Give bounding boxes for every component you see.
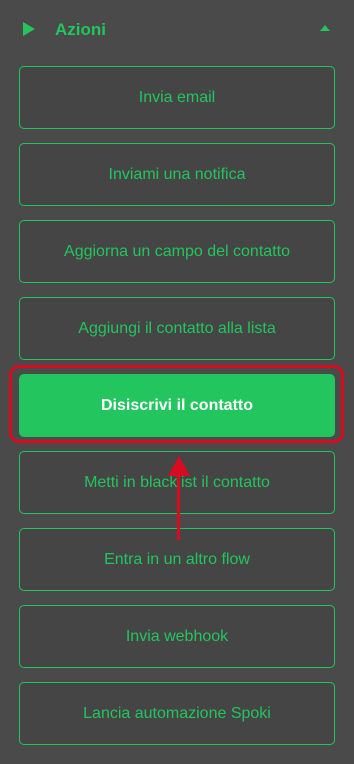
highlight-box [9, 365, 344, 443]
actions-panel: Azioni Invia email Inviami una notifica … [0, 0, 354, 764]
play-icon [23, 22, 35, 36]
annotation-arrow-shaft [177, 470, 180, 540]
section-title: Azioni [55, 20, 106, 39]
annotation-arrow-head [168, 456, 190, 476]
action-aggiungi-lista[interactable]: Aggiungi il contatto alla lista [19, 297, 335, 360]
section-header[interactable]: Azioni [0, 0, 354, 60]
action-automazione-spoki[interactable]: Lancia automazione Spoki [19, 682, 335, 745]
chevron-up-icon[interactable] [320, 25, 330, 31]
action-invia-email[interactable]: Invia email [19, 66, 335, 129]
action-aggiorna-campo[interactable]: Aggiorna un campo del contatto [19, 220, 335, 283]
action-invia-webhook[interactable]: Invia webhook [19, 605, 335, 668]
action-inviami-notifica[interactable]: Inviami una notifica [19, 143, 335, 206]
